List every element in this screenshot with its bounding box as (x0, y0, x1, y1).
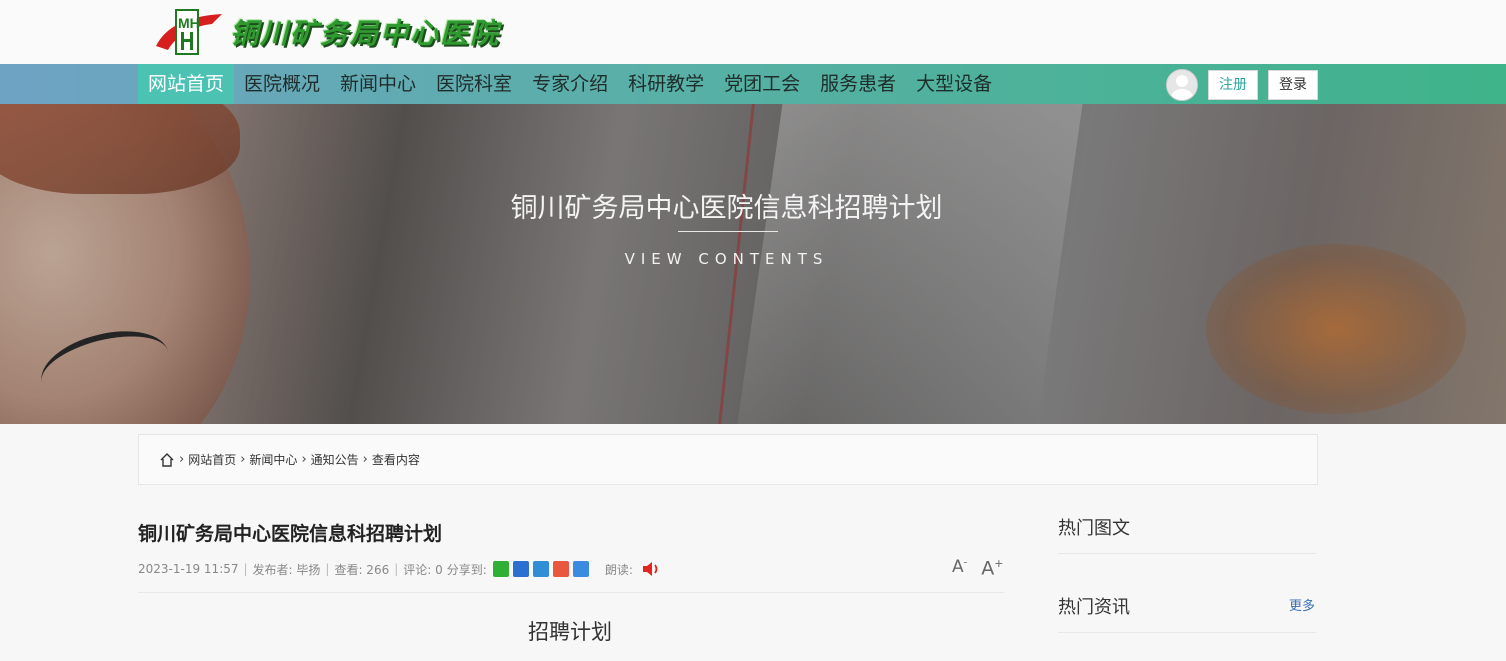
article-views: 查看: 266 (334, 562, 390, 577)
article-meta: 2023-1-19 11:57 | 发布者: 毕扬 | 查看: 266 | 评论… (138, 559, 661, 579)
meta-separator: | (243, 562, 248, 576)
article-title: 铜川矿务局中心医院信息科招聘计划 (138, 523, 443, 545)
page-banner: 铜川矿务局中心医院信息科招聘计划 VIEW CONTENTS (0, 104, 1506, 424)
banner-subtitle: VIEW CONTENTS (624, 250, 829, 268)
sidebar-more-link[interactable]: 更多 (1289, 595, 1315, 614)
chevron-right-icon: › (301, 452, 307, 467)
breadcrumb-notices[interactable]: 通知公告 (311, 451, 359, 468)
article-divider (138, 592, 1004, 593)
login-button[interactable]: 登录 (1268, 70, 1318, 100)
sidebar-hot-news-title: 热门资讯 (1058, 597, 1130, 618)
nav-item-departments[interactable]: 医院科室 (426, 64, 522, 104)
hospital-logo-icon: MH (152, 6, 224, 58)
main-nav: 网站首页 医院概况 新闻中心 医院科室 专家介绍 科研教学 党团工会 服务患者 … (0, 64, 1506, 104)
tencent-weibo-share-icon[interactable] (532, 561, 549, 577)
wechat-share-icon[interactable] (492, 561, 509, 577)
sina-weibo-share-icon[interactable] (552, 561, 569, 577)
chevron-right-icon: › (240, 452, 246, 467)
breadcrumb-current: 查看内容 (371, 453, 420, 467)
nav-item-party[interactable]: 党团工会 (714, 64, 810, 104)
register-button[interactable]: 注册 (1208, 70, 1258, 100)
user-area: 注册 登录 (1166, 69, 1318, 101)
breadcrumb: › 网站首页 › 新闻中心 › 通知公告 › 查看内容 (138, 434, 1318, 485)
banner-title: 铜川矿务局中心医院信息科招聘计划 (510, 193, 943, 224)
article-publisher: 发布者: 毕扬 (252, 562, 321, 577)
article-date: 2023-1-19 11:57 (138, 562, 239, 576)
share-label: 分享到: (446, 562, 487, 577)
breadcrumb-news[interactable]: 新闻中心 (249, 451, 297, 468)
font-decrease-label: A (952, 557, 964, 577)
nav-item-news[interactable]: 新闻中心 (330, 64, 426, 104)
site-header: MH 铜川矿务局中心医院 (0, 0, 1506, 64)
share-buttons (492, 561, 589, 577)
nav-item-overview[interactable]: 医院概况 (234, 64, 330, 104)
chevron-right-icon: › (362, 452, 368, 467)
nav-item-patient-service[interactable]: 服务患者 (810, 64, 906, 104)
chevron-right-icon: › (179, 452, 185, 467)
speaker-icon[interactable] (641, 560, 661, 578)
font-decrease-button[interactable]: A- (952, 557, 967, 579)
nav-item-home[interactable]: 网站首页 (138, 64, 235, 104)
sidebar-divider (1058, 632, 1316, 633)
meta-separator: | (325, 562, 330, 576)
sidebar-hot-images-title: 热门图文 (1058, 518, 1130, 539)
font-increase-button[interactable]: A+ (981, 557, 1003, 579)
logo-letter-m: MH (178, 15, 200, 31)
nav-item-equipment[interactable]: 大型设备 (906, 64, 1002, 104)
more-share-icon[interactable] (572, 561, 589, 577)
font-increase-label: A (981, 557, 995, 580)
sidebar-divider (1058, 553, 1316, 554)
avatar[interactable] (1166, 69, 1198, 101)
read-aloud-label: 朗读: (604, 562, 633, 577)
site-name: 铜川矿务局中心医院 (230, 17, 501, 50)
nav-item-experts[interactable]: 专家介绍 (522, 64, 618, 104)
meta-separator: | (394, 562, 399, 576)
breadcrumb-home[interactable]: 网站首页 (188, 451, 236, 468)
qzone-share-icon[interactable] (512, 561, 529, 577)
nav-item-research[interactable]: 科研教学 (618, 64, 714, 104)
article-comments[interactable]: 评论: 0 (403, 561, 443, 578)
content-heading: 招聘计划 (528, 620, 612, 644)
home-icon[interactable] (159, 452, 175, 468)
font-size-controls: A- A+ (952, 557, 1003, 579)
site-logo[interactable]: MH 铜川矿务局中心医院 (152, 6, 500, 58)
banner-divider (678, 231, 778, 232)
